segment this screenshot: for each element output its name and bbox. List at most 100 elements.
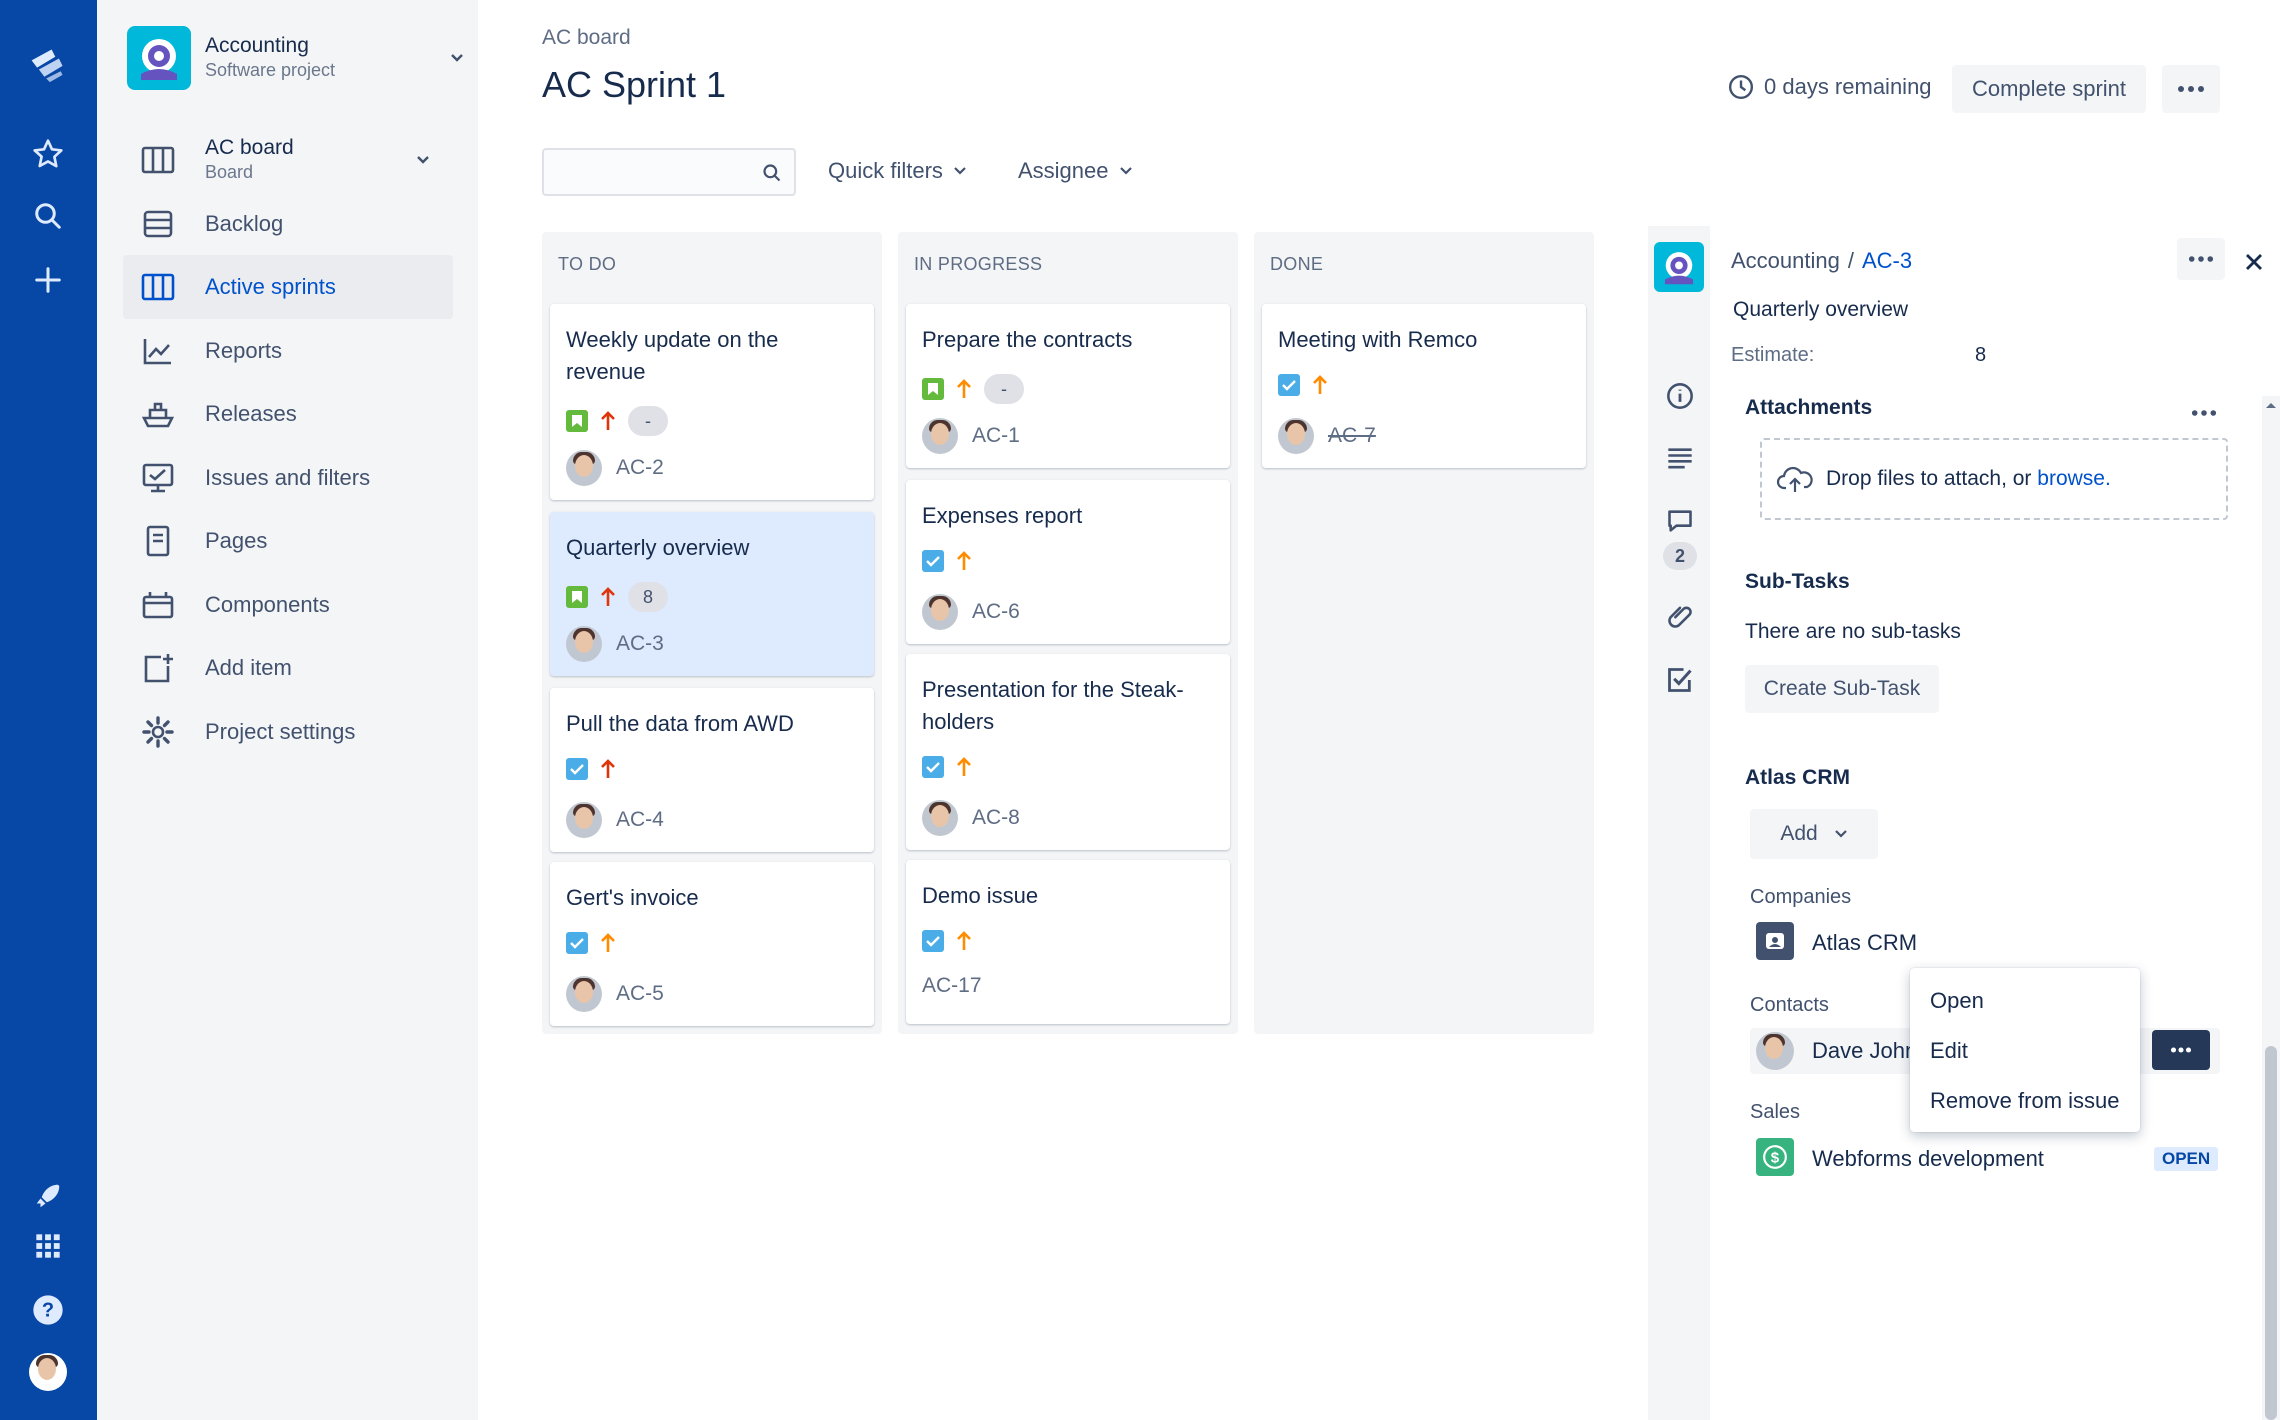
issue-key: AC-17	[922, 974, 982, 997]
task-icon	[922, 930, 944, 952]
sidebar-item-project-settings[interactable]: Project settings	[123, 700, 453, 764]
sidebar-item-issues[interactable]: Issues and filters	[123, 446, 453, 510]
sales-label: Sales	[1750, 1101, 1801, 1123]
scrollbar-thumb[interactable]	[2265, 1046, 2277, 1420]
sidebar-item-components[interactable]: Components	[123, 573, 453, 637]
info-icon[interactable]	[1666, 382, 1694, 410]
contact-more-button[interactable]	[2152, 1030, 2210, 1070]
contact-name[interactable]: Dave John	[1812, 1038, 1912, 1064]
more-icon	[2191, 410, 2217, 416]
attachment-icon[interactable]	[1666, 602, 1694, 630]
project-sidebar: Accounting Software project AC board Boa…	[97, 0, 478, 1420]
card-meta: -	[922, 374, 1024, 404]
company-name[interactable]: Atlas CRM	[1812, 930, 1917, 956]
sidebar-item-active-sprints[interactable]: Active sprints	[123, 255, 453, 319]
attachment-dropzone[interactable]: Drop files to attach, or browse.	[1760, 438, 2228, 520]
create-icon[interactable]	[28, 260, 68, 300]
issue-card[interactable]: Gert's invoice AC-5	[550, 862, 874, 1026]
rocket-icon[interactable]	[28, 1176, 68, 1216]
issue-card[interactable]: Quarterly overview 8 AC-3	[550, 512, 874, 676]
search-icon[interactable]	[28, 196, 68, 236]
project-name: Accounting	[205, 34, 309, 57]
card-title: Meeting with Remco	[1278, 327, 1478, 352]
contact-avatar	[1756, 1032, 1794, 1070]
sidebar-item-reports[interactable]: Reports	[123, 319, 453, 383]
close-icon[interactable]	[2244, 252, 2264, 272]
menu-item-edit[interactable]: Edit	[1930, 1038, 1968, 1064]
no-subtasks-text: There are no sub-tasks	[1745, 620, 1961, 643]
days-remaining-text: 0 days remaining	[1764, 74, 1932, 99]
card-title: Presentation for the Steak-holders	[922, 677, 1184, 734]
issue-card[interactable]: Prepare the contracts - AC-1	[906, 304, 1230, 468]
chevron-down-icon	[451, 54, 463, 62]
sidebar-item-add-item[interactable]: Add item	[123, 636, 453, 700]
project-switcher[interactable]: Accounting Software project	[127, 26, 507, 90]
board-name: AC board	[205, 136, 294, 159]
checklist-icon[interactable]	[1666, 666, 1694, 694]
sidebar-item-label: Components	[205, 592, 330, 617]
deal-name[interactable]: Webforms development	[1812, 1146, 2044, 1172]
detail-summary[interactable]: Quarterly overview	[1733, 298, 1908, 322]
breadcrumb-separator: /	[1847, 248, 1854, 273]
crm-add-dropdown[interactable]: Add	[1750, 809, 1878, 859]
issue-card[interactable]: Meeting with Remco AC-7	[1262, 304, 1586, 468]
story-icon	[566, 410, 588, 432]
scroll-up-arrow-icon[interactable]	[2264, 400, 2278, 410]
issue-card[interactable]: Weekly update on the revenue - AC-2	[550, 304, 874, 500]
help-icon[interactable]: ?	[28, 1290, 68, 1330]
add-label: Add	[1780, 822, 1818, 845]
attachments-more-button[interactable]	[2186, 398, 2222, 428]
column-header: TO DO	[558, 254, 617, 274]
create-subtask-button[interactable]: Create Sub-Task	[1745, 665, 1939, 713]
detail-more-button[interactable]	[2177, 238, 2225, 280]
card-meta	[922, 930, 972, 952]
detail-scrollbar[interactable]	[2262, 396, 2280, 1420]
task-icon	[1278, 374, 1300, 396]
priority-high-icon	[601, 587, 615, 606]
browse-link[interactable]: browse.	[2037, 467, 2111, 490]
project-avatar	[127, 26, 191, 90]
issue-card[interactable]: Pull the data from AWD AC-4	[550, 688, 874, 852]
more-actions-button[interactable]	[2162, 65, 2220, 113]
jira-logo-icon[interactable]	[28, 44, 68, 84]
issue-card[interactable]: Presentation for the Steak-holders AC-8	[906, 654, 1230, 850]
app-switcher-icon[interactable]	[28, 1226, 68, 1266]
breadcrumb[interactable]: AC board	[542, 26, 631, 50]
assignee-dropdown[interactable]: Assignee	[1018, 158, 1133, 184]
board-switcher[interactable]: AC board Board	[123, 128, 453, 192]
issue-card[interactable]: Expenses report AC-6	[906, 480, 1230, 644]
complete-sprint-button[interactable]: Complete sprint	[1952, 65, 2146, 113]
sidebar-item-releases[interactable]: Releases	[123, 382, 453, 446]
profile-avatar[interactable]	[28, 1352, 68, 1392]
sidebar-item-backlog[interactable]: Backlog	[123, 192, 453, 256]
board-search-input[interactable]	[542, 148, 796, 196]
sidebar-item-label: Releases	[205, 401, 297, 426]
card-title: Expenses report	[922, 503, 1083, 528]
search-icon	[763, 164, 781, 182]
sidebar-item-pages[interactable]: Pages	[123, 509, 453, 573]
star-icon[interactable]	[28, 134, 68, 174]
card-title: Weekly update on the revenue	[566, 327, 779, 384]
estimate-value[interactable]: 8	[1975, 344, 1986, 367]
estimate-badge: 8	[628, 582, 668, 612]
quick-filters-dropdown[interactable]: Quick filters	[828, 158, 967, 184]
comment-icon[interactable]	[1666, 508, 1694, 534]
menu-item-open[interactable]: Open	[1930, 988, 1984, 1014]
contact-context-menu: Open Edit Remove from issue	[1910, 968, 2140, 1132]
chevron-down-icon	[954, 167, 966, 175]
card-title: Pull the data from AWD	[566, 711, 794, 736]
detail-issue-key[interactable]: AC-3	[1862, 248, 1912, 274]
reports-icon	[143, 339, 171, 365]
description-icon[interactable]	[1666, 446, 1694, 472]
avatar	[566, 450, 602, 486]
menu-item-remove[interactable]: Remove from issue	[1930, 1088, 2120, 1114]
detail-project-link[interactable]: Accounting	[1731, 248, 1840, 274]
card-title: Demo issue	[922, 883, 1039, 908]
component-icon	[142, 592, 174, 619]
column-todo: TO DO Weekly update on the revenue - AC-…	[542, 232, 882, 1034]
issue-card[interactable]: Demo issue AC-17	[906, 860, 1230, 1024]
task-icon	[566, 932, 588, 954]
issue-key: AC-4	[616, 808, 664, 831]
comment-count-badge: 2	[1663, 542, 1697, 570]
priority-medium-icon	[957, 931, 971, 950]
